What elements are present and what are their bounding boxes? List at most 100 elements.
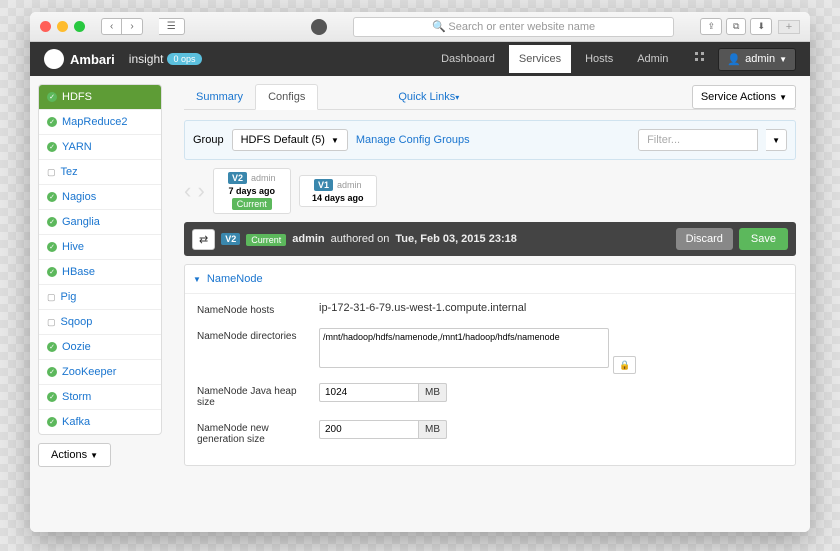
status-ok-icon: ✓	[47, 417, 57, 427]
sidebar-item-label: Pig	[61, 291, 77, 303]
version-prev-icon[interactable]: ‹ ›	[184, 178, 205, 204]
cluster-name[interactable]: insight	[129, 52, 164, 66]
client-icon: ▢	[47, 167, 56, 178]
top-nav: Ambari insight 0 ops Dashboard Services …	[30, 42, 810, 76]
config-row: NameNode Java heap size MB	[197, 383, 783, 408]
sidebar-actions-button[interactable]: Actions ▼	[38, 443, 111, 467]
status-ok-icon: ✓	[47, 192, 57, 202]
group-select[interactable]: HDFS Default (5)▼	[232, 129, 348, 151]
version-card-v2[interactable]: V2admin 7 days ago Current	[213, 168, 291, 214]
sidebar-item-label: Ganglia	[62, 216, 100, 228]
sidebar-item-label: Storm	[62, 391, 91, 403]
section-header[interactable]: ▼NameNode	[185, 265, 795, 294]
nav-dashboard[interactable]: Dashboard	[431, 45, 505, 73]
share-icon[interactable]: ⇪	[700, 18, 722, 35]
status-ok-icon: ✓	[47, 117, 57, 127]
sidebar-item-label: HDFS	[62, 91, 92, 103]
service-actions-button[interactable]: Service Actions ▼	[692, 85, 796, 109]
status-ok-icon: ✓	[47, 367, 57, 377]
sidebar-item-label: HBase	[62, 266, 95, 278]
nav-admin[interactable]: Admin	[627, 45, 678, 73]
minimize-dot[interactable]	[57, 21, 68, 32]
new-tab-button[interactable]: +	[778, 20, 800, 34]
tabs-icon[interactable]: ⧉	[726, 18, 746, 35]
ops-badge[interactable]: 0 ops	[167, 53, 201, 65]
services-sidebar: ✓HDFS✓MapReduce2✓YARN▢Tez✓Nagios✓Ganglia…	[30, 76, 170, 532]
close-dot[interactable]	[40, 21, 51, 32]
sidebar-item-yarn[interactable]: ✓ YARN	[39, 135, 161, 160]
filter-dropdown[interactable]: ▼	[766, 129, 787, 151]
config-label: NameNode new generation size	[197, 420, 307, 445]
client-icon: ▢	[47, 317, 56, 328]
site-icon	[311, 19, 327, 35]
collapse-icon: ▼	[193, 275, 201, 284]
lock-icon[interactable]: 🔒	[613, 356, 636, 374]
sidebar-item-label: Hive	[62, 241, 84, 253]
version-card-v1[interactable]: V1admin 14 days ago	[299, 175, 377, 207]
group-label: Group	[193, 134, 224, 146]
status-ok-icon: ✓	[47, 142, 57, 152]
config-row: NameNode hostsip-172-31-6-79.us-west-1.c…	[197, 302, 783, 316]
tab-configs[interactable]: Configs	[255, 84, 318, 110]
address-bar[interactable]: 🔍 Search or enter website name	[353, 17, 675, 37]
bar-date: Tue, Feb 03, 2015 23:18	[395, 233, 516, 245]
sidebar-item-sqoop[interactable]: ▢ Sqoop	[39, 310, 161, 335]
sidebar-item-tez[interactable]: ▢Tez	[39, 160, 161, 185]
namenode-section: ▼NameNode NameNode hostsip-172-31-6-79.u…	[184, 264, 796, 466]
sidebar-item-label: YARN	[62, 141, 92, 153]
apps-grid-icon[interactable]	[682, 44, 714, 75]
download-icon[interactable]: ⬇	[750, 18, 772, 35]
maximize-dot[interactable]	[74, 21, 85, 32]
status-ok-icon: ✓	[47, 392, 57, 402]
sidebar-item-storm[interactable]: ✓ Storm	[39, 385, 161, 410]
status-ok-icon: ✓	[47, 242, 57, 252]
config-group-panel: Group HDFS Default (5)▼ Manage Config Gr…	[184, 120, 796, 160]
sidebar-item-label: MapReduce2	[62, 116, 127, 128]
user-menu[interactable]: 👤 admin ▼	[718, 48, 796, 71]
status-ok-icon: ✓	[47, 342, 57, 352]
bar-text: authored on	[331, 233, 390, 245]
search-icon: 🔍	[432, 20, 446, 33]
sidebar-item-label: Nagios	[62, 191, 96, 203]
config-input[interactable]	[319, 383, 419, 402]
sidebar-item-ganglia[interactable]: ✓ Ganglia	[39, 210, 161, 235]
sidebar-item-label: Sqoop	[61, 316, 93, 328]
nav-hosts[interactable]: Hosts	[575, 45, 623, 73]
sidebar-item-mapreduce2[interactable]: ✓ MapReduce2	[39, 110, 161, 135]
sidebar-toggle[interactable]: ☰	[159, 18, 185, 35]
status-ok-icon: ✓	[47, 217, 57, 227]
sidebar-item-zookeeper[interactable]: ✓ZooKeeper	[39, 360, 161, 385]
config-label: NameNode hosts	[197, 302, 307, 316]
filter-input[interactable]: Filter...	[638, 129, 758, 151]
sidebar-item-kafka[interactable]: ✓ Kafka	[39, 410, 161, 434]
brand[interactable]: Ambari	[70, 52, 115, 67]
tab-summary[interactable]: Summary	[184, 85, 255, 109]
sidebar-item-hbase[interactable]: ✓ HBase	[39, 260, 161, 285]
manage-config-groups[interactable]: Manage Config Groups	[356, 134, 470, 146]
quick-links[interactable]: Quick Links▾	[398, 91, 459, 103]
sidebar-item-hdfs[interactable]: ✓HDFS	[39, 85, 161, 110]
sidebar-item-label: Kafka	[62, 416, 90, 428]
config-row: NameNode directories/mnt/hadoop/hdfs/nam…	[197, 328, 783, 371]
sidebar-item-label: Oozie	[62, 341, 91, 353]
version-history: ‹ › V2admin 7 days ago Current V1admin 1…	[184, 168, 796, 214]
sidebar-item-nagios[interactable]: ✓ Nagios	[39, 185, 161, 210]
sidebar-item-pig[interactable]: ▢Pig	[39, 285, 161, 310]
current-badge: Current	[232, 198, 272, 210]
save-button[interactable]: Save	[739, 228, 788, 250]
unit-label: MB	[419, 383, 447, 402]
unit-label: MB	[419, 420, 447, 439]
discard-button[interactable]: Discard	[676, 228, 733, 250]
shuffle-icon[interactable]: ⇄	[192, 229, 215, 250]
status-ok-icon: ✓	[47, 267, 57, 277]
bar-author: admin	[292, 233, 324, 245]
main-panel: Summary Configs Quick Links▾ Service Act…	[170, 76, 810, 532]
nav-services[interactable]: Services	[509, 45, 571, 73]
config-input[interactable]	[319, 420, 419, 439]
nav-back-forward[interactable]: ‹›	[101, 18, 143, 35]
config-textarea[interactable]: /mnt/hadoop/hdfs/namenode,/mnt1/hadoop/h…	[319, 328, 609, 368]
sidebar-item-oozie[interactable]: ✓ Oozie	[39, 335, 161, 360]
window-titlebar: ‹› ☰ 🔍 Search or enter website name ⇪ ⧉ …	[30, 12, 810, 42]
config-label: NameNode Java heap size	[197, 383, 307, 408]
sidebar-item-hive[interactable]: ✓ Hive	[39, 235, 161, 260]
